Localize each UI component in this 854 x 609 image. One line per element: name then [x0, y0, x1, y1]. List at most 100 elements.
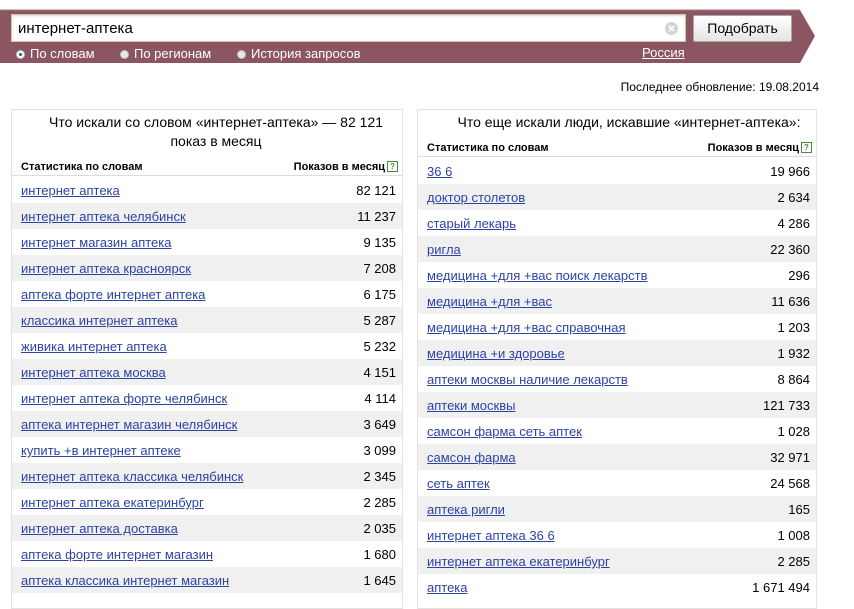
impressions-count: 2 285 [777, 554, 810, 569]
radio-icon[interactable] [120, 50, 129, 59]
impressions-count: 121 733 [763, 398, 810, 413]
radio-selected-icon[interactable] [16, 50, 25, 59]
right-panel-title: Что еще искали люди, искавшие «интернет-… [457, 114, 801, 130]
impressions-count: 19 966 [770, 164, 810, 179]
keyword-link[interactable]: 36 6 [427, 164, 452, 179]
region-link[interactable]: Россия [642, 45, 685, 60]
keyword-link[interactable]: интернет аптека красноярск [21, 261, 191, 276]
table-row: интернет аптека 82 121 [12, 177, 402, 203]
last-updated: Последнее обновление: 19.08.2014 [620, 80, 819, 94]
impressions-count: 4 151 [363, 365, 396, 380]
radio-query-history[interactable]: История запросов [237, 46, 361, 61]
table-row: интернет аптека форте челябинск 4 114 [12, 385, 402, 411]
table-row: аптека интернет магазин челябинск 3 649 [12, 411, 402, 437]
keyword-link[interactable]: интернет аптека классика челябинск [21, 469, 243, 484]
impressions-count: 3 099 [363, 443, 396, 458]
impressions-count: 22 360 [770, 242, 810, 257]
search-input[interactable] [12, 15, 658, 41]
keyword-link[interactable]: аптека интернет магазин челябинск [21, 417, 237, 432]
table-row: ригла 22 360 [418, 236, 816, 262]
keyword-link[interactable]: интернет аптека екатеринбург [427, 554, 610, 569]
keyword-link[interactable]: аптека форте интернет магазин [21, 547, 213, 562]
keyword-link[interactable]: интернет аптека форте челябинск [21, 391, 227, 406]
keyword-link[interactable]: сеть аптек [427, 476, 490, 491]
impressions-count: 5 232 [363, 339, 396, 354]
impressions-count: 8 864 [777, 372, 810, 387]
keyword-link[interactable]: медицина +для +вас поиск лекарств [427, 268, 648, 283]
table-row: старый лекарь 4 286 [418, 210, 816, 236]
table-row: аптека 1 671 494 [418, 574, 816, 600]
table-row: аптеки москвы 121 733 [418, 392, 816, 418]
impressions-count: 82 121 [356, 183, 396, 198]
keyword-link[interactable]: аптека классика интернет магазин [21, 573, 229, 588]
submit-button[interactable]: Подобрать [693, 15, 792, 42]
impressions-count: 1 680 [363, 547, 396, 562]
table-row: медицина +для +вас справочная 1 203 [418, 314, 816, 340]
keyword-link[interactable]: старый лекарь [427, 216, 516, 231]
impressions-count: 296 [788, 268, 810, 283]
keyword-link[interactable]: доктор столетов [427, 190, 525, 205]
keyword-link[interactable]: интернет аптека [21, 183, 120, 198]
radio-icon[interactable] [237, 50, 246, 59]
keyword-link[interactable]: интернет магазин аптека [21, 235, 171, 250]
count-column-header: Показов в месяц? [708, 142, 812, 154]
count-column-header: Показов в месяц? [294, 161, 398, 173]
keyword-column-header: Статистика по словам [21, 161, 143, 173]
keyword-link[interactable]: аптека форте интернет аптека [21, 287, 205, 302]
table-row: медицина +для +вас поиск лекарств 296 [418, 262, 816, 288]
left-column-header: Статистика по словам Показов в месяц? [12, 159, 402, 176]
radio-label: По словам [30, 46, 95, 61]
right-column-header: Статистика по словам Показов в месяц? [418, 140, 816, 157]
impressions-count: 4 114 [364, 391, 396, 406]
radio-label: История запросов [251, 46, 361, 61]
impressions-count: 1 645 [363, 573, 396, 588]
impressions-count: 5 287 [363, 313, 396, 328]
keyword-link[interactable]: интернет аптека москва [21, 365, 166, 380]
help-icon[interactable]: ? [801, 142, 812, 153]
table-row: аптека форте интернет аптека 6 175 [12, 281, 402, 307]
keyword-link[interactable]: аптека ригли [427, 502, 505, 517]
impressions-count: 11 636 [771, 294, 810, 309]
keyword-link[interactable]: живика интернет аптека [21, 339, 167, 354]
table-row: самсон фарма 32 971 [418, 444, 816, 470]
keyword-link[interactable]: аптеки москвы [427, 398, 515, 413]
left-keyword-list: интернет аптека 82 121 интернет аптека чел… [12, 177, 402, 593]
table-row: интернет аптека челябинск 11 237 [12, 203, 402, 229]
radio-by-words[interactable]: По словам [16, 46, 95, 61]
impressions-count: 24 568 [770, 476, 810, 491]
table-row: аптека форте интернет магазин 1 680 [12, 541, 402, 567]
table-row: интернет аптека красноярск 7 208 [12, 255, 402, 281]
impressions-count: 165 [788, 502, 810, 517]
table-row: самсон фарма сеть аптек 1 028 [418, 418, 816, 444]
table-row: сеть аптек 24 568 [418, 470, 816, 496]
table-row: интернет аптека екатеринбург 2 285 [418, 548, 816, 574]
keyword-link[interactable]: медицина +и здоровье [427, 346, 565, 361]
keyword-link[interactable]: купить +в интернет аптеке [21, 443, 181, 458]
keyword-link[interactable]: ригла [427, 242, 461, 257]
keyword-link[interactable]: аптеки москвы наличие лекарств [427, 372, 628, 387]
table-row: купить +в интернет аптеке 3 099 [12, 437, 402, 463]
keyword-link[interactable]: медицина +для +вас [427, 294, 552, 309]
keyword-link[interactable]: медицина +для +вас справочная [427, 320, 626, 335]
right-keyword-list: 36 6 19 966 доктор столетов 2 634 старый лек… [418, 158, 816, 600]
keyword-link[interactable]: самсон фарма сеть аптек [427, 424, 582, 439]
keyword-link[interactable]: классика интернет аптека [21, 313, 178, 328]
keyword-link[interactable]: аптека [427, 580, 468, 595]
keyword-link[interactable]: интернет аптека челябинск [21, 209, 186, 224]
clear-icon[interactable] [664, 21, 679, 36]
impressions-count: 7 208 [363, 261, 396, 276]
impressions-count: 2 345 [363, 469, 396, 484]
impressions-count: 4 286 [777, 216, 810, 231]
impressions-count: 6 175 [363, 287, 396, 302]
radio-by-regions[interactable]: По регионам [120, 46, 211, 61]
table-row: 36 6 19 966 [418, 158, 816, 184]
keyword-link[interactable]: интернет аптека 36 6 [427, 528, 555, 543]
help-icon[interactable]: ? [387, 161, 398, 172]
keyword-link[interactable]: самсон фарма [427, 450, 516, 465]
impressions-count: 11 237 [357, 209, 396, 224]
keyword-link[interactable]: интернет аптека доставка [21, 521, 178, 536]
table-row: аптеки москвы наличие лекарств 8 864 [418, 366, 816, 392]
table-row: аптека ригли 165 [418, 496, 816, 522]
search-box[interactable] [11, 14, 686, 42]
keyword-link[interactable]: интернет аптека екатеринбург [21, 495, 204, 510]
